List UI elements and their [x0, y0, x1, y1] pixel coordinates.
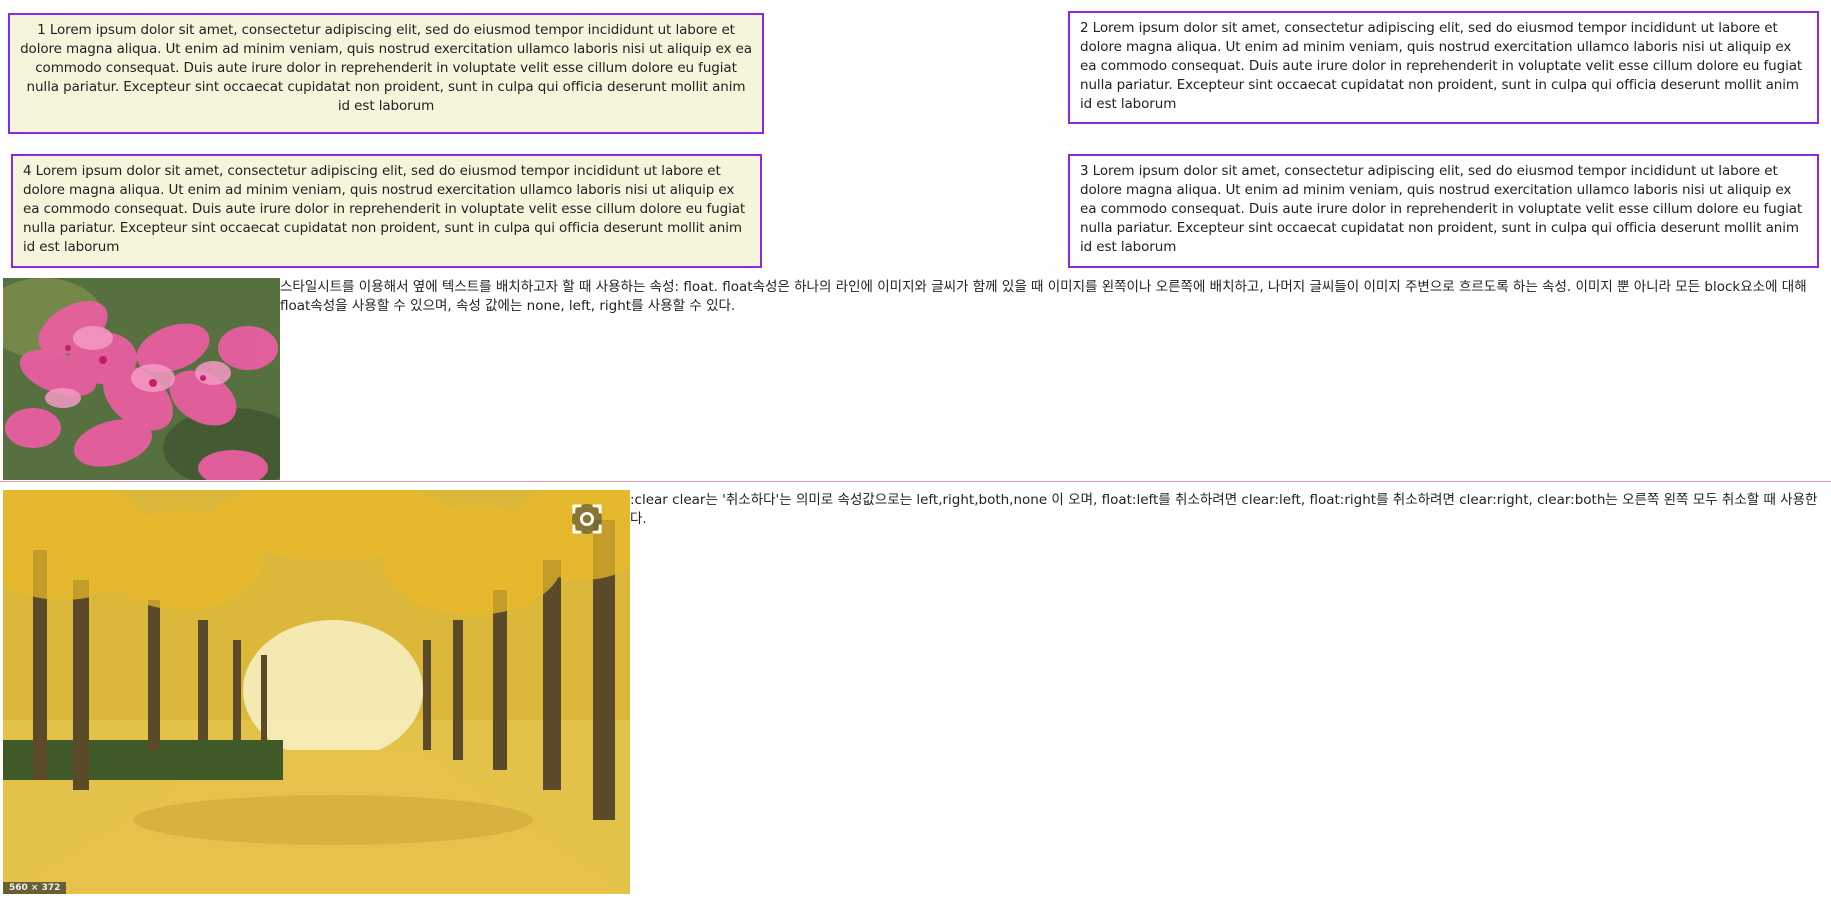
expand-icon	[572, 504, 602, 534]
expand-image-button[interactable]	[572, 504, 602, 534]
clear-description: :clear clear는 '취소하다'는 의미로 속성값으로는 left,ri…	[630, 492, 1818, 527]
float-description: 스타일시트를 이용해서 옆에 텍스트를 배치하고자 할 때 사용하는 속성: f…	[280, 279, 1807, 314]
ginkgo-avenue-image: 560 × 372	[3, 490, 630, 894]
text-box-4-content: 4 Lorem ipsum dolor sit amet, consectetu…	[23, 163, 746, 255]
azalea-flower-illustration	[3, 278, 280, 480]
text-box-3-content: 3 Lorem ipsum dolor sit amet, consectetu…	[1080, 163, 1803, 255]
section-divider	[0, 481, 1831, 482]
text-box-2-content: 2 Lorem ipsum dolor sit amet, consectetu…	[1080, 20, 1803, 112]
ginkgo-avenue-illustration	[3, 490, 630, 894]
text-box-4: 4 Lorem ipsum dolor sit amet, consectetu…	[11, 154, 762, 268]
image-size-badge: 560 × 372	[3, 882, 67, 894]
text-box-1: 1 Lorem ipsum dolor sit amet, consectetu…	[8, 13, 764, 134]
text-box-2: 2 Lorem ipsum dolor sit amet, consectetu…	[1068, 11, 1819, 124]
azalea-flower-image	[3, 278, 280, 480]
text-box-1-content: 1 Lorem ipsum dolor sit amet, consectetu…	[20, 22, 752, 114]
text-box-3: 3 Lorem ipsum dolor sit amet, consectetu…	[1068, 154, 1819, 268]
